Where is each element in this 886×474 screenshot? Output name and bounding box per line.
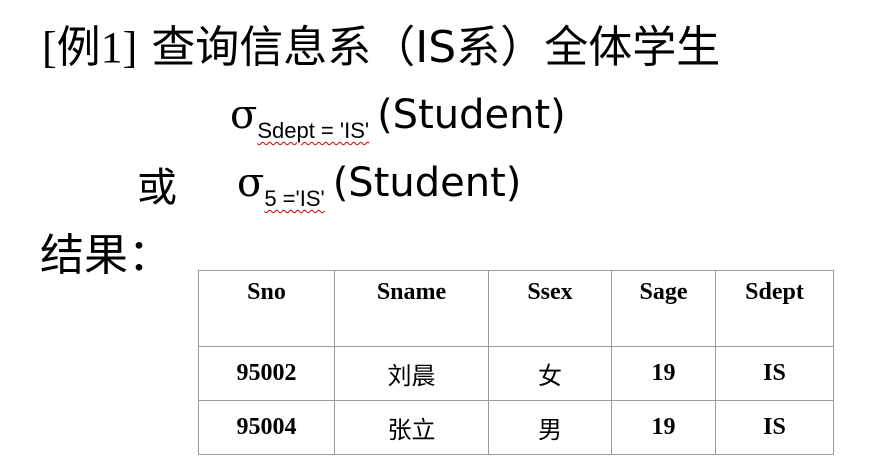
- page-title: [例1] 查询信息系（IS系）全体学生: [42, 18, 720, 78]
- selection-condition: 5 ='IS': [264, 186, 325, 211]
- column-header-ssex: Ssex: [488, 270, 612, 347]
- result-table: Sno Sname Ssex Sage Sdept 95002 刘晨 女 19 …: [198, 270, 834, 455]
- cell-sname: 刘晨: [334, 346, 489, 401]
- column-header-sname: Sname: [334, 270, 489, 347]
- result-label: 结果：: [40, 230, 172, 281]
- selection-formula-1: σSdept = 'IS' (Student): [230, 92, 566, 143]
- table-row: 95004 张立 男 19 IS: [198, 400, 834, 455]
- title-text: 查询信息系（IS系）全体学生: [151, 22, 721, 73]
- table-row: 95002 刘晨 女 19 IS: [198, 346, 834, 401]
- cell-sdept: IS: [715, 346, 834, 401]
- or-word: 或: [137, 165, 177, 211]
- cell-sno: 95002: [198, 346, 335, 401]
- relation-name: (Student): [377, 92, 566, 138]
- cell-sdept: IS: [715, 400, 834, 455]
- cell-ssex: 男: [488, 400, 612, 455]
- sigma-operator: σ: [230, 92, 258, 138]
- column-header-sdept: Sdept: [715, 270, 834, 347]
- cell-ssex: 女: [488, 346, 612, 401]
- example-label: [例1]: [42, 23, 138, 72]
- cell-sname: 张立: [334, 400, 489, 455]
- relation-name: (Student): [332, 160, 522, 206]
- column-header-sage: Sage: [611, 270, 716, 347]
- cell-sage: 19: [611, 400, 716, 455]
- cell-sage: 19: [611, 346, 716, 401]
- column-header-sno: Sno: [198, 270, 335, 347]
- selection-condition: Sdept = 'IS': [257, 118, 370, 143]
- cell-sno: 95004: [198, 400, 335, 455]
- selection-formula-2: σ5 ='IS' (Student): [237, 160, 522, 211]
- table-header-row: Sno Sname Ssex Sage Sdept: [198, 270, 834, 347]
- sigma-operator: σ: [237, 160, 265, 206]
